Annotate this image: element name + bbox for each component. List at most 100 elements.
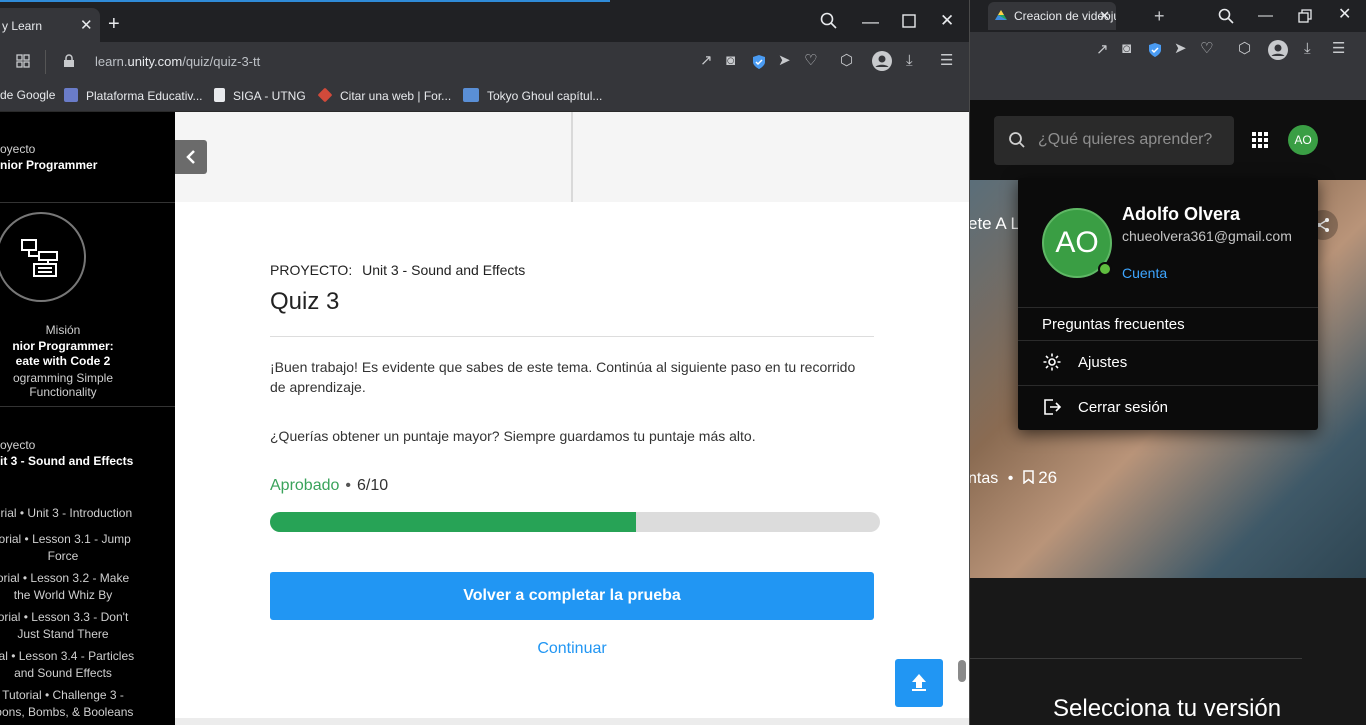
close-tab-icon[interactable]: ✕: [1099, 2, 1110, 30]
quiz-status: Aprobado • 6/10: [270, 477, 388, 495]
share-icon: [1317, 218, 1329, 232]
menu-icon[interactable]: ☰: [1332, 41, 1345, 57]
bookmark-google[interactable]: de Google: [0, 88, 55, 102]
profile-icon[interactable]: [872, 51, 892, 71]
divider: [270, 336, 874, 337]
url-path: /quiz/quiz-3-tt: [182, 54, 261, 69]
tab-unity-learn[interactable]: y Learn ✕: [0, 8, 100, 42]
bookmark-tokyo-ghoul[interactable]: Tokyo Ghoul capítul...: [463, 88, 602, 103]
account-link[interactable]: Cuenta: [1122, 265, 1167, 281]
download-icon[interactable]: ⤓: [1304, 41, 1311, 57]
search-tabs-icon[interactable]: [820, 12, 837, 29]
retake-quiz-button[interactable]: Volver a completar la prueba: [270, 572, 874, 620]
heart-icon[interactable]: ♡: [804, 53, 817, 69]
continue-link[interactable]: Continuar: [270, 640, 874, 658]
unit-name[interactable]: it 3 - Sound and Effects: [0, 454, 133, 468]
mx-favicon-icon: [463, 88, 479, 102]
collapse-sidebar-button[interactable]: [175, 140, 207, 174]
minimize-icon[interactable]: —: [862, 12, 879, 32]
profile-icon[interactable]: [1268, 40, 1288, 60]
status-separator: •: [345, 477, 351, 494]
search-input[interactable]: ¿Qué quieres aprender?: [994, 116, 1234, 165]
result-message: ¡Buen trabajo! Es evidente que sabes de …: [270, 359, 856, 395]
settings-item[interactable]: Ajustes: [1018, 341, 1318, 385]
new-tab-icon[interactable]: +: [108, 14, 120, 34]
bookmark-siga[interactable]: SIGA - UTNG: [214, 88, 306, 103]
address-bar[interactable]: learn.unity.com/quiz/quiz-3-tt: [95, 54, 260, 69]
new-tab-icon[interactable]: +: [1154, 7, 1165, 25]
send-icon[interactable]: ➤: [1174, 41, 1187, 57]
chevron-left-icon: [186, 150, 195, 164]
close-tab-icon[interactable]: ✕: [80, 8, 93, 44]
divider: [571, 112, 573, 202]
scrollbar[interactable]: [958, 660, 966, 682]
logout-item[interactable]: Cerrar sesión: [1018, 386, 1318, 430]
citation-icon: [317, 87, 333, 103]
meta-label: ntas: [968, 470, 999, 487]
divider: [0, 202, 175, 203]
url-prefix: learn.: [95, 54, 128, 69]
score-note: ¿Querías obtener un puntaje mayor? Siemp…: [270, 428, 756, 444]
send-icon[interactable]: ➤: [778, 53, 791, 69]
sidebar-tutorial[interactable]: orial • Lesson 3.3 - Don't Just Stand The…: [0, 609, 175, 643]
camera-icon[interactable]: ◙: [1122, 41, 1131, 57]
close-window-icon[interactable]: ✕: [940, 11, 954, 31]
sidebar-tutorial[interactable]: orial • Lesson 3.2 - Make the World Whiz …: [0, 570, 175, 604]
menu-icon[interactable]: ☰: [940, 53, 953, 69]
score-progress-bar: [270, 512, 880, 532]
camera-icon[interactable]: ◙: [726, 53, 735, 69]
content-footer-strip: [175, 718, 969, 725]
lock-icon[interactable]: [63, 54, 75, 68]
tab-creacion-videojuegos[interactable]: Creacion de videoju ✕: [988, 2, 1116, 30]
search-tabs-icon[interactable]: [1218, 8, 1234, 24]
meta-dot: •: [1007, 470, 1014, 487]
heart-icon[interactable]: ♡: [1200, 41, 1213, 57]
avatar[interactable]: AO: [1288, 125, 1318, 155]
account-name: Adolfo Olvera: [1122, 204, 1241, 224]
sidebar-tutorial[interactable]: orial • Unit 3 - Introduction: [0, 505, 175, 522]
browser-toolbar: ↗ ◙ ➤ ♡ ⬡ ⤓ ☰: [968, 32, 1366, 100]
faq-label: Preguntas frecuentes: [1042, 316, 1185, 333]
gear-icon: [1043, 353, 1061, 371]
download-icon[interactable]: ⤓: [906, 53, 913, 69]
apps-grid-icon[interactable]: [1252, 132, 1268, 148]
quiz-result-panel: PROYECTO: Unit 3 - Sound and Effects Qui…: [175, 112, 969, 725]
project-name[interactable]: nior Programmer: [0, 158, 97, 172]
mission-kicker: Misión: [45, 323, 81, 337]
sidebar-tutorial[interactable]: rial • Lesson 3.4 - Particles and Sound E…: [0, 648, 175, 682]
account-email: chueolvera361@gmail.com: [1122, 228, 1292, 244]
mission-desc-line2: Functionality: [29, 385, 97, 399]
project-label: PROYECTO:: [270, 262, 353, 278]
faq-item[interactable]: Preguntas frecuentes: [1018, 308, 1318, 340]
tab-grid-icon[interactable]: [16, 54, 30, 68]
page-icon: [214, 88, 225, 102]
course-sidebar: oyecto nior Programmer Misión nior Progr…: [0, 112, 175, 725]
mission-name-line2[interactable]: eate with Code 2: [0, 353, 175, 369]
version-section-title: Selecciona tu versión: [1053, 695, 1282, 722]
bookmark-citar[interactable]: Citar una web | For...: [317, 87, 451, 103]
sidebar-tutorial[interactable]: torial • Lesson 3.1 - Jump Force: [0, 531, 175, 565]
restore-icon[interactable]: [1298, 9, 1312, 23]
url-domain: unity.com: [127, 54, 183, 69]
project-kicker: oyecto: [0, 142, 36, 156]
site-header: ¿Qué quieres aprender? AO: [968, 100, 1366, 180]
bookmark-plataforma[interactable]: Plataforma Educativ...: [64, 88, 203, 103]
mission-name-line1[interactable]: nior Programmer:: [0, 338, 175, 354]
close-window-icon[interactable]: ✕: [1338, 7, 1351, 23]
vpn-shield-icon[interactable]: [752, 54, 766, 70]
browser-window: y Learn ✕ + — ✕ learn.unity.com/quiz/qui…: [0, 0, 970, 725]
scroll-to-top-button[interactable]: [895, 659, 943, 707]
search-placeholder: ¿Qué quieres aprender?: [1038, 131, 1213, 148]
logout-icon: [1044, 399, 1062, 415]
extensions-cube-icon[interactable]: ⬡: [840, 53, 853, 69]
maximize-icon[interactable]: [902, 14, 916, 28]
sidebar-tutorial[interactable]: Tutorial • Challenge 3 - loons, Bombs, & …: [0, 687, 175, 721]
extensions-cube-icon[interactable]: ⬡: [1238, 41, 1251, 57]
minimize-icon[interactable]: —: [1258, 8, 1273, 24]
score-progress-fill: [270, 512, 636, 532]
online-status-dot: [1098, 262, 1112, 276]
share-icon[interactable]: ↗: [700, 53, 713, 69]
vpn-shield-icon[interactable]: [1148, 42, 1162, 58]
flowchart-icon: [21, 239, 58, 277]
share-icon[interactable]: ↗: [1096, 42, 1109, 58]
